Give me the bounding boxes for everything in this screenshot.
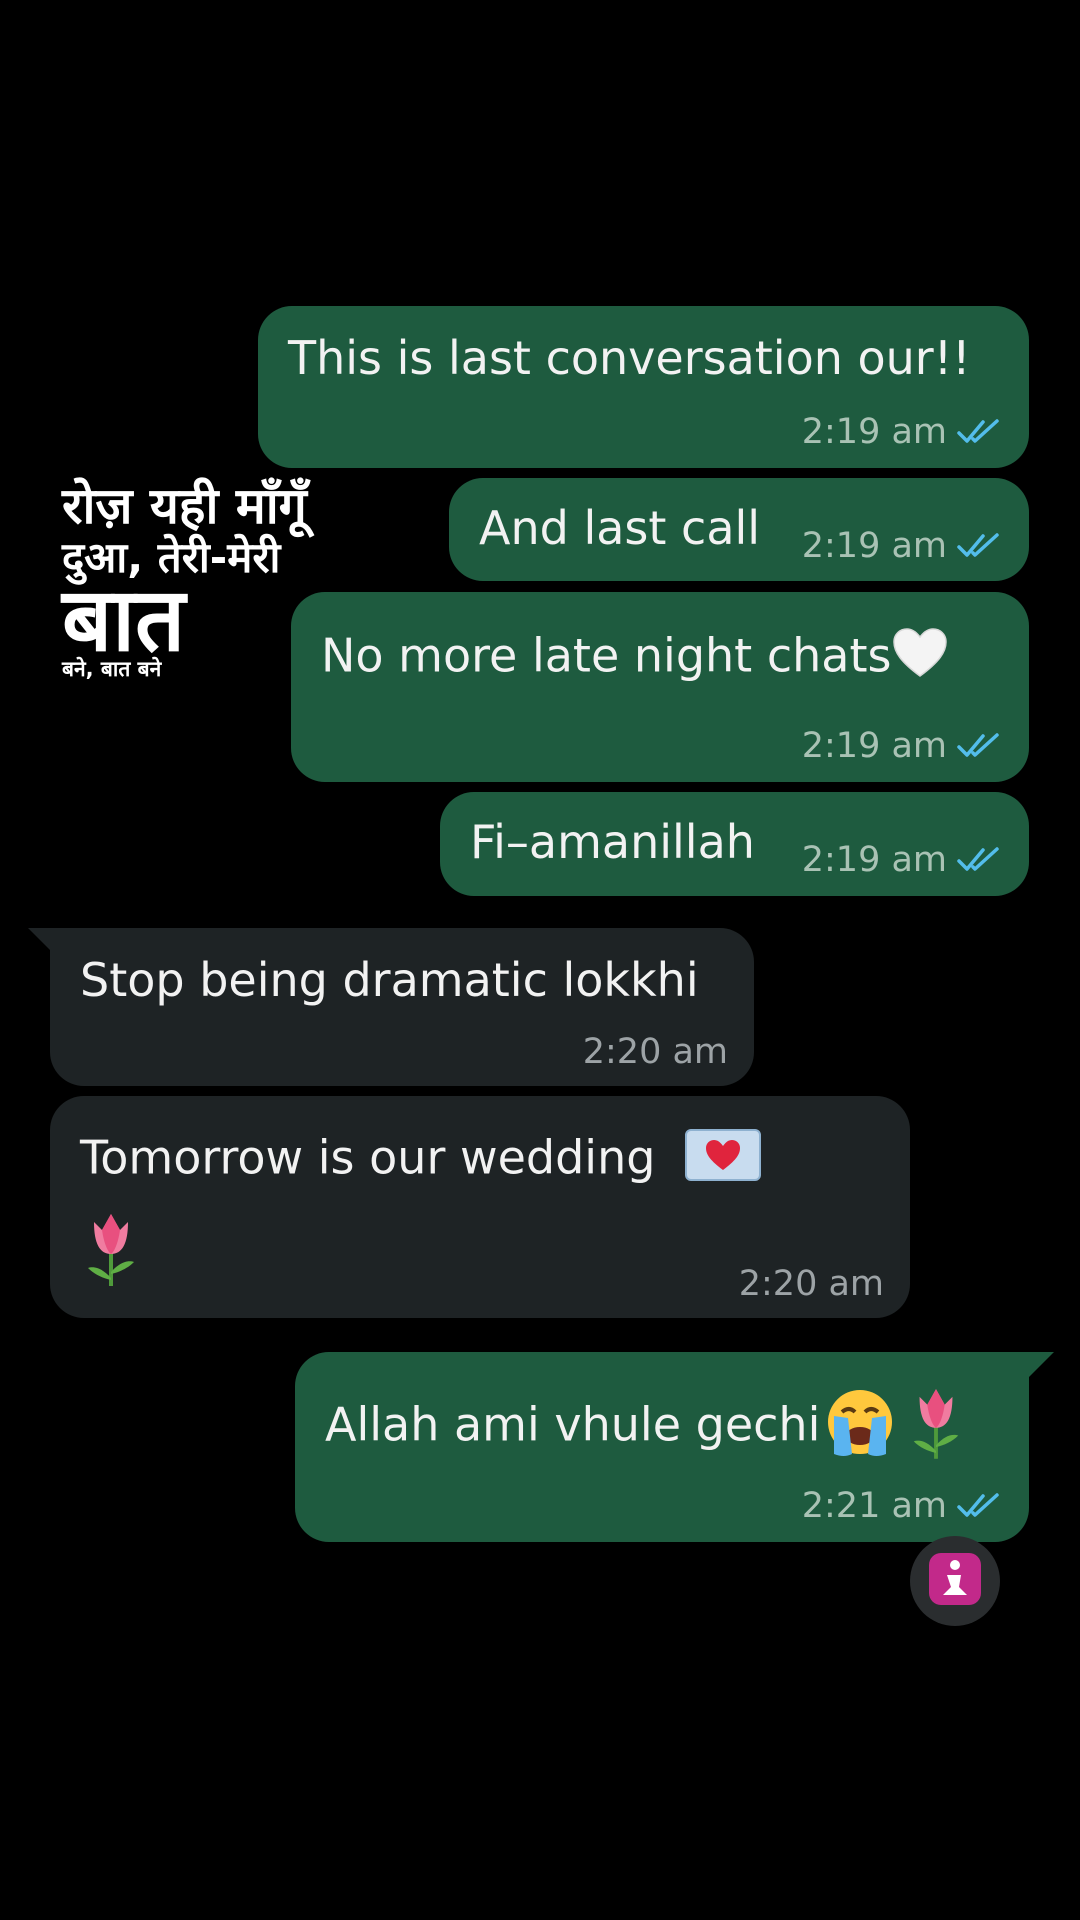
double-check-icon — [957, 417, 1003, 447]
loudly-crying-face-icon — [820, 1382, 900, 1474]
message-text: No more late night chats — [321, 626, 949, 692]
message-text: Allah ami vhule gechi — [325, 1382, 966, 1474]
message-meta: 2:19 am — [802, 412, 1003, 452]
message-time: 2:19 am — [801, 840, 947, 880]
prayer-icon — [927, 1551, 983, 1611]
message-bubble-outgoing[interactable]: And last call 2:19 am — [449, 478, 1029, 581]
double-check-icon — [957, 731, 1003, 761]
message-text: And last call — [479, 501, 761, 555]
message-meta: 2:21 am — [802, 1486, 1003, 1526]
message-text: This is last conversation our!! — [288, 331, 971, 385]
message-time: 2:19 am — [801, 726, 947, 766]
message-text-content: Allah ami vhule gechi — [325, 1397, 821, 1452]
white-heart-icon — [891, 626, 949, 692]
message-time: 2:20 am — [582, 1032, 728, 1072]
double-check-icon — [957, 1491, 1003, 1521]
message-bubble-outgoing[interactable]: This is last conversation our!! 2:19 am — [258, 306, 1029, 468]
message-time: 2:20 am — [738, 1264, 884, 1304]
message-meta: 2:20 am — [583, 1032, 728, 1072]
message-text: Fi–amanillah — [470, 815, 755, 869]
message-text: Tomorrow is our wedding — [80, 1126, 762, 1196]
message-meta: 2:19 am — [802, 526, 1003, 566]
message-time: 2:19 am — [801, 526, 947, 566]
message-bubble-incoming[interactable]: Tomorrow is our wedding 2:20 am — [50, 1096, 910, 1318]
double-check-icon — [957, 531, 1003, 561]
message-text: Stop being dramatic lokkhi — [80, 953, 699, 1007]
message-bubble-outgoing[interactable]: Fi–amanillah 2:19 am — [440, 792, 1029, 896]
message-time: 2:21 am — [801, 1486, 947, 1526]
love-letter-icon — [684, 1126, 762, 1196]
message-text-content: Tomorrow is our wedding — [80, 1130, 656, 1185]
message-meta: 2:19 am — [802, 840, 1003, 880]
message-bubble-outgoing[interactable]: Allah ami vhule gechi 2:21 am — [295, 1352, 1029, 1542]
double-check-icon — [957, 845, 1003, 875]
message-meta: 2:19 am — [802, 726, 1003, 766]
message-bubble-incoming[interactable]: Stop being dramatic lokkhi 2:20 am — [50, 928, 754, 1086]
tulip-icon — [906, 1383, 966, 1473]
overlay-line-4: बने, बात बने — [62, 657, 162, 681]
message-bubble-outgoing[interactable]: No more late night chats 2:19 am — [291, 592, 1029, 782]
tulip-icon — [80, 1208, 142, 1300]
message-text-content: No more late night chats — [321, 628, 892, 683]
message-meta: 2:20 am — [739, 1264, 884, 1304]
floating-action-button[interactable] — [910, 1536, 1000, 1626]
bubble-tail — [1028, 1352, 1054, 1378]
message-time: 2:19 am — [801, 412, 947, 452]
